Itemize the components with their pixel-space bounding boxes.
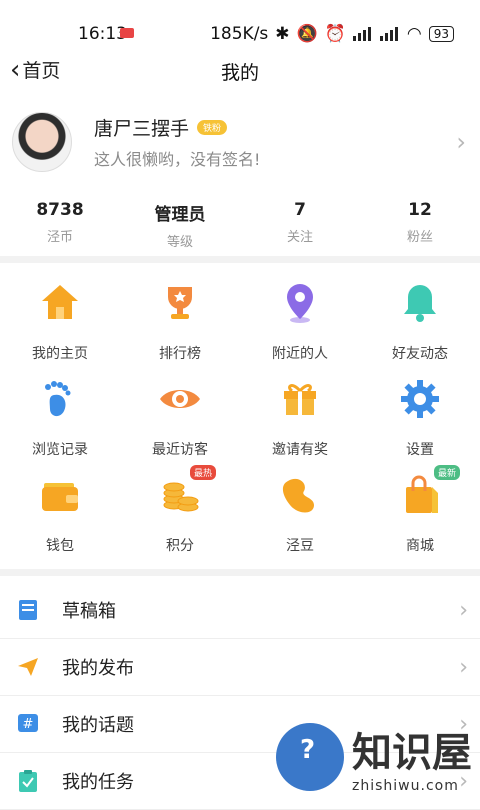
grid-item-label: 钱包 — [46, 538, 74, 554]
watermark-text: 知识屋 zhishiwu.com — [352, 720, 472, 794]
stat-value: 8738 — [36, 200, 84, 220]
grid-item-nearby[interactable]: 附近的人 — [240, 281, 360, 377]
grid-item-settings[interactable]: 设置 — [360, 377, 480, 473]
watermark-en: zhishiwu.com — [352, 778, 459, 794]
grid-item-beans[interactable]: 泾豆 — [240, 473, 360, 569]
nav-bar: ‹ 首页 我的 — [0, 57, 480, 86]
username-row: 唐尸三摆手 铁粉 — [94, 114, 228, 141]
grid-item-friends[interactable]: 好友动态 — [360, 281, 480, 377]
watermark-logo-icon — [276, 723, 344, 791]
list-item-label: 我的任务 — [62, 772, 134, 793]
stat-value: 12 — [408, 200, 432, 220]
coins-icon — [163, 482, 199, 512]
wifi-icon: ◠ — [406, 24, 422, 44]
grid-item-home[interactable]: 我的主页 — [0, 281, 120, 377]
eye-icon — [160, 390, 200, 408]
grid-item-visitors[interactable]: 最近访客 — [120, 377, 240, 473]
status-right: 185K/s ✱ 🔕 ⏰ ◠ 93 — [210, 24, 454, 44]
grid-item-label: 排行榜 — [159, 346, 201, 362]
stat-value: 管理员 — [154, 205, 206, 225]
location-pin-icon — [287, 284, 313, 323]
shopping-bag-icon — [406, 475, 438, 513]
mute-icon: 🔕 — [296, 24, 318, 44]
stat-coins[interactable]: 8738 泾币 — [0, 198, 120, 256]
gift-icon — [284, 384, 316, 415]
stats-bar: 8738 泾币 管理员 等级 7 关注 12 粉丝 — [0, 198, 480, 256]
stat-fans[interactable]: 12 粉丝 — [360, 198, 480, 256]
grid-item-label: 泾豆 — [286, 538, 314, 554]
bluetooth-icon: ✱ — [275, 24, 290, 44]
watermark: 知识屋 zhishiwu.com — [276, 720, 472, 794]
stat-label: 等级 — [166, 235, 193, 250]
network-speed: 185K/s — [210, 24, 269, 44]
divider — [0, 256, 480, 263]
divider — [0, 569, 480, 576]
signature: 这人很懒哟，没有签名! — [94, 150, 261, 169]
chevron-right-icon: › — [459, 597, 468, 623]
footprint-icon — [45, 381, 71, 417]
stat-level[interactable]: 管理员 等级 — [120, 198, 240, 256]
avatar[interactable] — [12, 112, 72, 172]
status-bar: 16:13 185K/s ✱ 🔕 ⏰ ◠ 93 — [0, 0, 480, 64]
stat-label: 泾币 — [46, 230, 73, 245]
list-item-label: 草稿箱 — [62, 601, 116, 622]
paper-plane-icon — [18, 658, 38, 676]
drafts-icon — [19, 600, 37, 620]
home-icon — [42, 285, 78, 319]
task-clipboard-icon — [19, 770, 37, 792]
svg-text:#: # — [23, 717, 34, 732]
page-title: 我的 — [220, 62, 259, 84]
grid-item-wallet[interactable]: 钱包 — [0, 473, 120, 569]
grid-item-ranking[interactable]: 排行榜 — [120, 281, 240, 377]
grid-item-label: 最近访客 — [152, 442, 208, 458]
grid-item-label: 附近的人 — [272, 346, 328, 362]
chevron-right-icon: › — [456, 128, 466, 156]
hashtag-icon: # — [18, 714, 38, 732]
grid-item-invite[interactable]: 邀请有奖 — [240, 377, 360, 473]
grid-item-label: 商城 — [406, 538, 434, 554]
alarm-icon: ⏰ — [324, 24, 346, 44]
signal-icon-2 — [379, 27, 400, 41]
grid-item-label: 浏览记录 — [32, 442, 88, 458]
grid-item-points[interactable]: 最热 积分 — [120, 465, 240, 569]
signal-icon — [352, 27, 373, 41]
grid-item-history[interactable]: 浏览记录 — [0, 377, 120, 473]
profile-card[interactable]: 唐尸三摆手 铁粉 这人很懒哟，没有签名! › — [0, 112, 480, 200]
battery-icon: 93 — [428, 26, 454, 42]
list-item-label: 我的话题 — [62, 715, 134, 736]
gear-icon — [401, 380, 439, 418]
grid-item-label: 邀请有奖 — [272, 442, 328, 458]
list-item-drafts[interactable]: 草稿箱 › — [0, 582, 480, 639]
chevron-right-icon: › — [459, 654, 468, 680]
grid-item-label: 好友动态 — [392, 346, 448, 362]
bell-icon — [404, 285, 436, 322]
feature-grid: 我的主页 排行榜 附近的人 好友动态 浏览记录 最近访客 邀请有奖 设置 钱包 … — [0, 263, 480, 569]
wallet-icon — [42, 483, 78, 511]
grid-item-label: 我的主页 — [32, 346, 88, 362]
stat-following[interactable]: 7 关注 — [240, 198, 360, 256]
trophy-icon — [168, 287, 192, 319]
grid-item-shop[interactable]: 最新 商城 — [360, 465, 480, 569]
username: 唐尸三摆手 — [94, 118, 190, 140]
notification-icon — [120, 28, 134, 38]
stat-value: 7 — [294, 200, 306, 220]
bean-icon — [282, 478, 314, 513]
grid-item-label: 积分 — [166, 538, 194, 554]
grid-item-label: 设置 — [406, 442, 434, 458]
stat-label: 粉丝 — [406, 230, 433, 245]
stat-label: 关注 — [286, 230, 313, 245]
user-badge: 铁粉 — [197, 120, 228, 135]
list-item-label: 我的发布 — [62, 658, 134, 679]
list-item-posts[interactable]: 我的发布 › — [0, 639, 480, 696]
watermark-cn: 知识屋 — [352, 730, 472, 776]
